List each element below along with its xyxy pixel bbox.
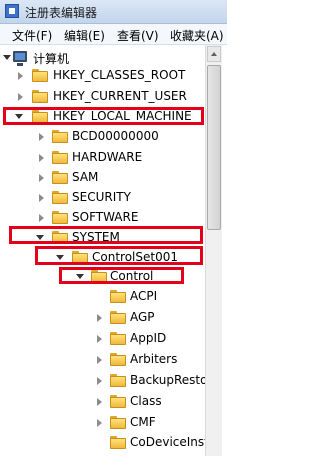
tree-item-control[interactable]: Control	[0, 267, 205, 287]
scroll-up-icon[interactable]	[207, 46, 221, 62]
folder-icon	[110, 374, 126, 387]
tree-item-label: BackupResto	[130, 373, 205, 387]
expand-arrow-icon[interactable]	[17, 93, 24, 101]
collapse-arrow-icon[interactable]	[76, 273, 84, 280]
folder-icon	[32, 69, 48, 82]
tree-item-hkey-classes-root[interactable]: HKEY_CLASSES_ROOT	[0, 66, 205, 86]
tree-item-hkey-current-user[interactable]: HKEY_CURRENT_USER	[0, 87, 205, 107]
folder-icon	[32, 90, 48, 103]
tree-item-class[interactable]: Class	[0, 392, 205, 412]
folder-icon	[52, 171, 68, 184]
tree-item-label: HKEY_CURRENT_USER	[53, 89, 187, 103]
collapse-arrow-icon[interactable]	[3, 54, 11, 61]
folder-icon	[52, 151, 68, 164]
tree-item-label: CMF	[130, 415, 156, 429]
folder-icon	[110, 332, 126, 345]
vertical-scrollbar[interactable]	[205, 45, 222, 456]
tree-item-label: HARDWARE	[72, 150, 143, 164]
title-bar: 注册表编辑器	[0, 0, 227, 24]
tree-item-label: HKEY_LOCAL_MACHINE	[53, 109, 192, 123]
collapse-arrow-icon[interactable]	[56, 254, 64, 261]
tree-item-label: AppID	[130, 331, 167, 345]
tree-item-computer[interactable]: 计算机	[0, 48, 205, 68]
tree-item-label: BCD00000000	[72, 129, 159, 143]
tree-item-label: SECURITY	[72, 190, 131, 204]
expand-arrow-icon[interactable]	[38, 214, 45, 222]
expand-arrow-icon[interactable]	[38, 194, 45, 202]
tree-item-cmf[interactable]: CMF	[0, 413, 205, 433]
folder-icon	[52, 191, 68, 204]
tree-item-label: ACPI	[130, 289, 158, 303]
tree-item-hkey-local-machine[interactable]: HKEY_LOCAL_MACHINE	[0, 107, 205, 127]
registry-tree: 计算机 HKEY_CLASSES_ROOT HKEY_CURRENT_USER …	[0, 45, 205, 456]
tree-item-label: CoDeviceInst	[130, 435, 205, 449]
tree-item-appid[interactable]: AppID	[0, 329, 205, 349]
tree-item-agp[interactable]: AGP	[0, 308, 205, 328]
tree-item-label: SAM	[72, 170, 99, 184]
tree-item-codeviceinst[interactable]: CoDeviceInst	[0, 433, 205, 453]
menu-edit[interactable]: 编辑(E)	[64, 27, 105, 44]
tree-item-backuprestore[interactable]: BackupResto	[0, 371, 205, 391]
folder-icon	[110, 311, 126, 324]
folder-open-icon	[91, 270, 107, 283]
scroll-thumb[interactable]	[207, 65, 221, 230]
tree-item-arbiters[interactable]: Arbiters	[0, 350, 205, 370]
tree-item-system[interactable]: SYSTEM	[0, 228, 205, 248]
collapse-arrow-icon[interactable]	[36, 234, 44, 241]
expand-arrow-icon[interactable]	[96, 335, 103, 343]
expand-arrow-icon[interactable]	[96, 314, 103, 322]
tree-item-label: Arbiters	[130, 352, 178, 366]
expand-arrow-icon[interactable]	[17, 72, 24, 80]
tree-item-software[interactable]: SOFTWARE	[0, 208, 205, 228]
expand-arrow-icon[interactable]	[96, 356, 103, 364]
folder-icon	[52, 130, 68, 143]
tree-item-label: 计算机	[33, 52, 70, 66]
tree-item-label: Class	[130, 394, 162, 408]
tree-item-sam[interactable]: SAM	[0, 168, 205, 188]
menu-bar: 文件(F) 编辑(E) 查看(V) 收藏夹(A)	[0, 24, 227, 45]
tree-item-label: Control	[110, 269, 154, 283]
expand-arrow-icon[interactable]	[96, 377, 103, 385]
tree-item-label: SYSTEM	[72, 230, 120, 244]
tree-item-bcd00000000[interactable]: BCD00000000	[0, 127, 205, 147]
folder-icon	[110, 290, 126, 303]
tree-item-hardware[interactable]: HARDWARE	[0, 148, 205, 168]
folder-icon	[52, 211, 68, 224]
expand-arrow-icon[interactable]	[38, 133, 45, 141]
folder-open-icon	[72, 251, 88, 264]
folder-open-icon	[32, 110, 48, 123]
menu-favorites[interactable]: 收藏夹(A)	[170, 27, 224, 44]
collapse-arrow-icon[interactable]	[15, 113, 23, 120]
tree-item-label: ControlSet001	[92, 250, 178, 264]
computer-icon	[13, 51, 27, 66]
window-title: 注册表编辑器	[25, 6, 98, 20]
menu-view[interactable]: 查看(V)	[117, 27, 159, 44]
folder-icon	[110, 353, 126, 366]
registry-editor-icon	[5, 4, 19, 18]
expand-arrow-icon[interactable]	[96, 419, 103, 427]
folder-icon	[110, 395, 126, 408]
tree-item-security[interactable]: SECURITY	[0, 188, 205, 208]
folder-icon	[110, 436, 126, 449]
tree-item-controlset001[interactable]: ControlSet001	[0, 248, 205, 268]
menu-file[interactable]: 文件(F)	[12, 27, 52, 44]
folder-open-icon	[52, 231, 68, 244]
expand-arrow-icon[interactable]	[96, 398, 103, 406]
tree-item-acpi[interactable]: ACPI	[0, 287, 205, 307]
expand-arrow-icon[interactable]	[38, 174, 45, 182]
tree-item-label: HKEY_CLASSES_ROOT	[53, 68, 186, 82]
expand-arrow-icon[interactable]	[38, 154, 45, 162]
tree-item-label: SOFTWARE	[72, 210, 139, 224]
tree-item-label: AGP	[130, 310, 155, 324]
folder-icon	[110, 416, 126, 429]
